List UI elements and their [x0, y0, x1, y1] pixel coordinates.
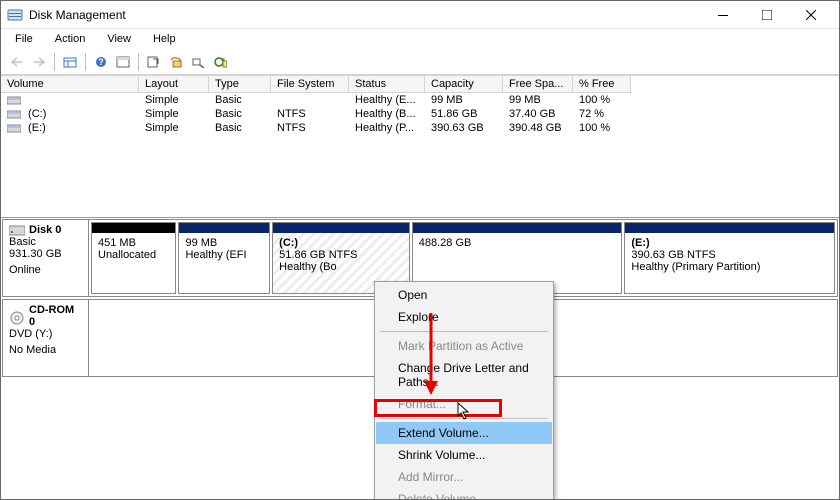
titlebar: Disk Management [1, 1, 839, 29]
header-layout[interactable]: Layout [139, 76, 209, 93]
cell-pctfree: 100 % [573, 121, 631, 135]
menu-help[interactable]: Help [147, 31, 182, 47]
header-type[interactable]: Type [209, 76, 271, 93]
cell-layout: Simple [139, 107, 209, 121]
maximize-button[interactable] [745, 1, 789, 29]
disk-type: DVD (Y:) [9, 328, 82, 340]
cell-pctfree: 72 % [573, 107, 631, 121]
cell-free: 37.40 GB [503, 107, 573, 121]
menu-view[interactable]: View [101, 31, 137, 47]
context-menu: Open Explore Mark Partition as Active Ch… [374, 281, 554, 500]
refresh-icon[interactable] [210, 52, 230, 72]
svg-text:?: ? [98, 57, 104, 67]
partition-bar [179, 223, 269, 233]
partition-bar [625, 223, 834, 233]
cell-free: 390.48 GB [503, 121, 573, 135]
cell-layout: Simple [139, 121, 209, 135]
toolbar-button-5[interactable] [188, 52, 208, 72]
volume-grid: Volume Layout Type File System Status Ca… [1, 75, 839, 217]
ctx-open[interactable]: Open [376, 284, 552, 306]
table-row[interactable]: (C:)SimpleBasicNTFSHealthy (B...51.86 GB… [1, 107, 839, 121]
partition-bar [92, 223, 175, 233]
menu-action[interactable]: Action [49, 31, 92, 47]
help-icon[interactable]: ? [91, 52, 111, 72]
header-capacity[interactable]: Capacity [425, 76, 503, 93]
cell-fs: NTFS [271, 107, 349, 121]
ctx-delete-volume: Delete Volume... [376, 488, 552, 500]
ctx-mark-active: Mark Partition as Active [376, 335, 552, 357]
table-row[interactable]: SimpleBasicHealthy (E...99 MB99 MB100 % [1, 93, 839, 107]
app-icon [7, 7, 23, 23]
disk-icon [9, 224, 25, 236]
header-status[interactable]: Status [349, 76, 425, 93]
partition-status: Healthy (EFI [185, 249, 263, 261]
forward-icon [29, 52, 49, 72]
toolbar-button-2[interactable] [113, 52, 133, 72]
partition-status: Unallocated [98, 249, 169, 261]
partition[interactable]: (E:)390.63 GB NTFSHealthy (Primary Parti… [624, 222, 835, 294]
partition-name: (C:) [279, 237, 403, 249]
close-button[interactable] [789, 1, 833, 29]
disk-size: 931.30 GB [9, 248, 82, 260]
partition-bar [273, 223, 409, 233]
cell-volume: (C:) [1, 107, 139, 121]
ctx-extend-volume[interactable]: Extend Volume... [376, 422, 552, 444]
cell-pctfree: 100 % [573, 93, 631, 107]
menubar: File Action View Help [1, 29, 839, 49]
disk-title: CD-ROM 0 [29, 304, 82, 328]
cell-status: Healthy (P... [349, 121, 425, 135]
partition-status: Healthy (Primary Partition) [631, 261, 828, 273]
cell-free: 99 MB [503, 93, 573, 107]
ctx-change-letter[interactable]: Change Drive Letter and Paths... [376, 357, 552, 393]
cell-status: Healthy (E... [349, 93, 425, 107]
cell-type: Basic [209, 107, 271, 121]
cell-status: Healthy (B... [349, 107, 425, 121]
header-pctfree[interactable]: % Free [573, 76, 631, 93]
back-icon [7, 52, 27, 72]
partition[interactable]: 99 MBHealthy (EFI [178, 222, 270, 294]
cell-capacity: 99 MB [425, 93, 503, 107]
partition-size: 488.28 GB [419, 237, 616, 249]
cell-fs [271, 93, 349, 107]
disk-title: Disk 0 [29, 224, 61, 236]
toolbar-button-4[interactable] [166, 52, 186, 72]
ctx-explore[interactable]: Explore [376, 306, 552, 328]
disk-state: Online [9, 264, 82, 276]
main-window: Disk Management File Action View Help ? … [0, 0, 840, 500]
table-row[interactable]: (E:)SimpleBasicNTFSHealthy (P...390.63 G… [1, 121, 839, 135]
header-free[interactable]: Free Spa... [503, 76, 573, 93]
window-title: Disk Management [29, 8, 701, 22]
partition-size: 51.86 GB NTFS [279, 249, 403, 261]
cell-layout: Simple [139, 93, 209, 107]
cell-volume: (E:) [1, 121, 139, 135]
toolbar: ? [1, 49, 839, 75]
toolbar-button-1[interactable] [60, 52, 80, 72]
partition-status: Healthy (Bo [279, 261, 403, 273]
partition-name: (E:) [631, 237, 828, 249]
menu-file[interactable]: File [9, 31, 39, 47]
partition-size: 390.63 GB NTFS [631, 249, 828, 261]
disk-type: Basic [9, 236, 82, 248]
cell-volume [1, 93, 139, 107]
cell-capacity: 390.63 GB [425, 121, 503, 135]
partition-size: 451 MB [98, 237, 169, 249]
cell-capacity: 51.86 GB [425, 107, 503, 121]
disk-icon [9, 310, 25, 322]
toolbar-button-3[interactable] [144, 52, 164, 72]
ctx-shrink-volume[interactable]: Shrink Volume... [376, 444, 552, 466]
partition-bar [413, 223, 622, 233]
cell-type: Basic [209, 121, 271, 135]
mouse-cursor-icon [457, 402, 471, 420]
partition-size: 99 MB [185, 237, 263, 249]
ctx-add-mirror: Add Mirror... [376, 466, 552, 488]
disk-info[interactable]: CD-ROM 0DVD (Y:) No Media [3, 300, 89, 376]
disk-info[interactable]: Disk 0Basic931.30 GB Online [3, 220, 89, 296]
cell-fs: NTFS [271, 121, 349, 135]
disk-state: No Media [9, 344, 82, 356]
header-volume[interactable]: Volume [1, 76, 139, 93]
cell-type: Basic [209, 93, 271, 107]
header-fs[interactable]: File System [271, 76, 349, 93]
minimize-button[interactable] [701, 1, 745, 29]
partition[interactable]: 451 MBUnallocated [91, 222, 176, 294]
